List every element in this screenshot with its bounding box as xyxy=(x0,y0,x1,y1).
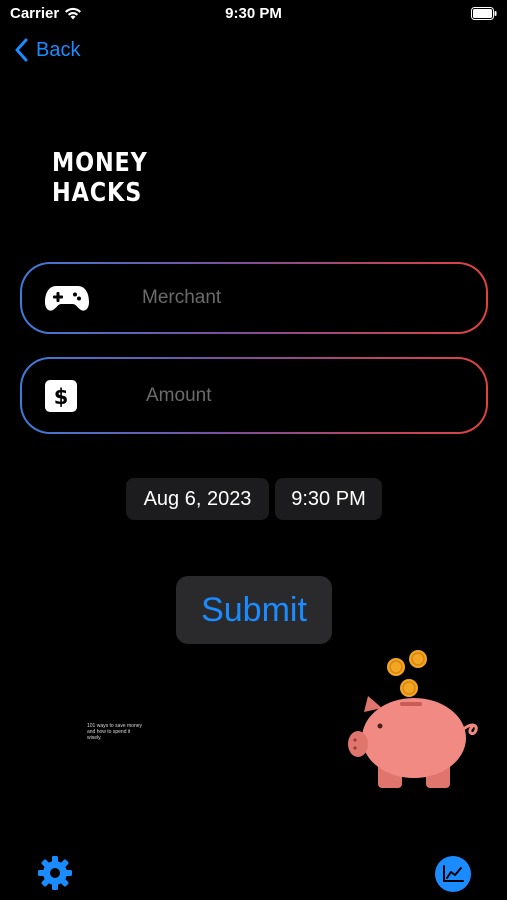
status-bar: Carrier 9:30 PM xyxy=(0,0,507,28)
submit-button[interactable]: Submit xyxy=(176,576,332,644)
gear-icon xyxy=(38,856,72,890)
merchant-input[interactable] xyxy=(140,286,444,310)
date-picker[interactable]: Aug 6, 2023 xyxy=(126,478,269,520)
amount-input[interactable] xyxy=(144,383,448,408)
dollar-icon: $ xyxy=(45,379,77,412)
settings-button[interactable] xyxy=(37,855,73,891)
gamepad-icon xyxy=(45,286,89,311)
amount-field[interactable]: $ xyxy=(20,357,488,434)
chart-button[interactable] xyxy=(435,856,471,892)
svg-text:$: $ xyxy=(54,385,69,409)
merchant-field[interactable] xyxy=(20,262,488,334)
illustration-caption: 101 ways to save money and how to spend … xyxy=(87,723,143,741)
chevron-left-icon xyxy=(15,38,28,62)
back-button[interactable]: Back xyxy=(14,38,80,62)
time-picker[interactable]: 9:30 PM xyxy=(275,478,382,520)
chart-icon xyxy=(443,865,464,882)
battery-icon xyxy=(471,7,497,20)
logo-line-2: HACKS xyxy=(52,178,143,208)
status-time: 9:30 PM xyxy=(225,5,282,22)
back-label: Back xyxy=(36,38,81,61)
piggy-bank-icon xyxy=(348,650,478,788)
amount-field-inner: $ xyxy=(22,359,486,432)
app-logo: MONEY HACKS xyxy=(52,148,148,208)
logo-line-1: MONEY xyxy=(52,148,148,178)
merchant-field-inner xyxy=(22,264,486,332)
